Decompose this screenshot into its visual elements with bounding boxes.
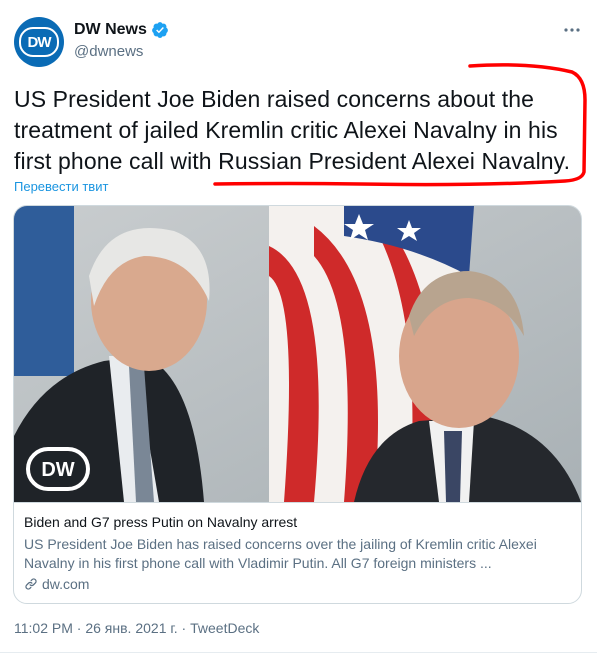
card-title[interactable]: Biden and G7 press Putin on Navalny arre… (24, 514, 297, 530)
dw-watermark-text: DW (41, 459, 74, 481)
card-domain: dw.com (42, 576, 90, 592)
card-domain-row[interactable]: dw.com (24, 576, 89, 592)
link-icon (25, 578, 37, 590)
tweet-text: US President Joe Biden raised concerns a… (14, 86, 571, 174)
translate-tweet-link[interactable]: Перевести твит (14, 179, 108, 194)
author-avatar[interactable]: DW (14, 17, 64, 67)
card-description: US President Joe Biden has raised concer… (24, 536, 537, 571)
more-options-icon[interactable] (562, 22, 582, 38)
card-body[interactable]: Biden and G7 press Putin on Navalny arre… (14, 502, 581, 603)
author-name-row: DW News (74, 21, 169, 39)
dw-logo: DW (19, 27, 59, 57)
tweet-meta: 11:02 PM · 26 янв. 2021 г. · TweetDeck (14, 620, 259, 636)
card-image: DW (14, 206, 581, 502)
tweet: DW DW News @dwnews US President Joe Bide… (0, 0, 597, 666)
meta-separator: · (76, 620, 82, 636)
card-photo-illustration: DW (14, 206, 581, 502)
divider (0, 652, 597, 653)
tweet-date[interactable]: 26 янв. 2021 г. (85, 620, 177, 636)
author-handle[interactable]: @dwnews (74, 43, 143, 60)
verified-badge-icon (152, 22, 168, 38)
author-display-name[interactable]: DW News (74, 21, 147, 39)
meta-separator: · (181, 620, 187, 636)
tweet-source[interactable]: TweetDeck (190, 620, 259, 636)
tweet-time[interactable]: 11:02 PM (14, 620, 73, 636)
link-preview-card[interactable]: DW Biden and G7 press Putin on Navalny a… (13, 205, 582, 604)
